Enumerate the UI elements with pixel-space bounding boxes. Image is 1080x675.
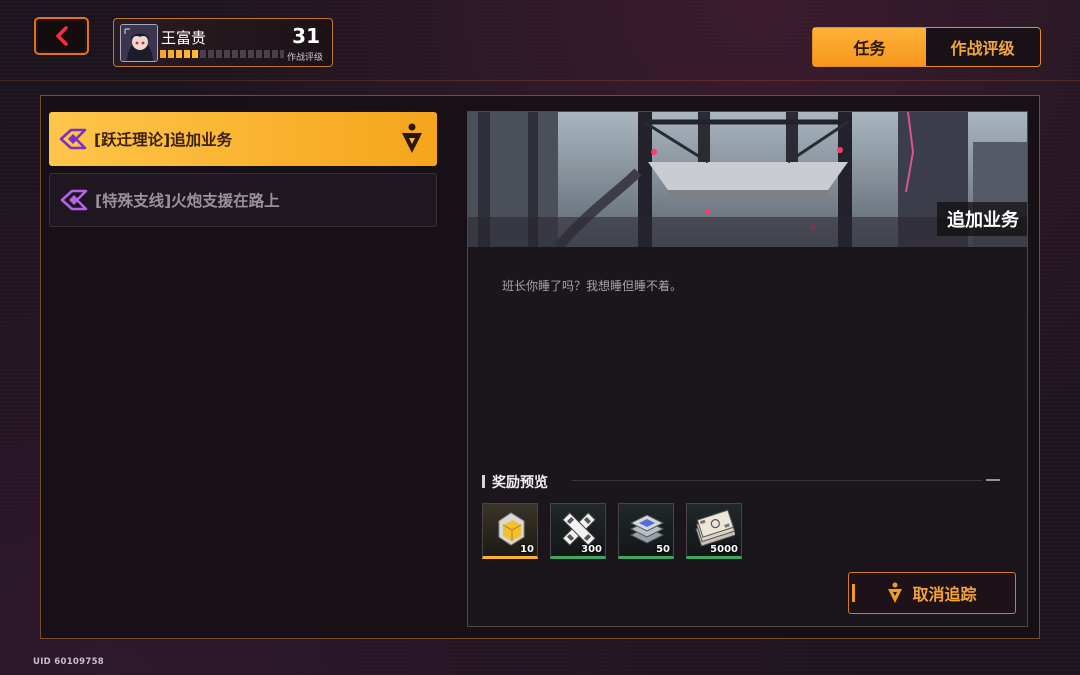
xp-progress-ticks: [160, 50, 284, 58]
quest-label: [跃迁理论]追加业务: [94, 131, 233, 149]
avatar[interactable]: [120, 24, 158, 62]
reward-quantity: 300: [581, 544, 602, 555]
divider: [572, 480, 982, 481]
divider-end: [986, 479, 1000, 481]
tab-combat-rating[interactable]: 作战评级: [926, 28, 1039, 66]
reward-item[interactable]: 300: [550, 503, 606, 559]
reward-item[interactable]: 10: [482, 503, 538, 559]
tab-missions[interactable]: 任务: [813, 28, 926, 66]
tracking-marker-icon: [888, 582, 903, 603]
button-accent: [852, 584, 855, 602]
cash-bundle-icon: [695, 509, 735, 547]
tab-bar: 任务 作战评级: [812, 27, 1041, 67]
player-profile-card[interactable]: 王富贵 31 作战评级: [113, 18, 333, 67]
player-level: 31: [292, 24, 320, 48]
back-button[interactable]: [34, 17, 89, 55]
quest-banner-title: 追加业务: [937, 202, 1027, 236]
quest-emblem-icon: [60, 189, 88, 211]
header-divider: [0, 80, 1080, 81]
gold-cube-icon: [498, 512, 525, 546]
quest-item-selected[interactable]: [跃迁理论]追加业务: [49, 112, 437, 166]
section-marker: [482, 475, 485, 488]
reward-preview-title: 奖励预览: [492, 475, 548, 491]
reward-quantity: 10: [520, 544, 534, 555]
untrack-button[interactable]: 取消追踪: [848, 572, 1016, 614]
reward-quantity: 5000: [710, 544, 738, 555]
player-level-label: 作战评级: [286, 53, 323, 63]
reward-item[interactable]: 50: [618, 503, 674, 559]
quest-description: 班长你睡了吗？我想睡但睡不着。: [502, 279, 683, 293]
player-name: 王富贵: [161, 29, 207, 47]
quest-label: [特殊支线]火炮支援在路上: [95, 192, 280, 210]
quest-emblem-icon: [59, 128, 87, 150]
crossed-bandage-icon: [562, 512, 596, 546]
quest-detail-panel: 追加业务 班长你睡了吗？我想睡但睡不着。 奖励预览 10 300 50 5000…: [467, 111, 1028, 627]
reward-preview-header: 奖励预览: [482, 472, 1002, 491]
uid-label: UID 60109758: [33, 657, 104, 667]
chevron-left-icon: [55, 26, 68, 46]
tracking-marker-icon: [402, 123, 422, 153]
untrack-label: 取消追踪: [912, 585, 977, 604]
reward-item[interactable]: 5000: [686, 503, 742, 559]
quest-item[interactable]: [特殊支线]火炮支援在路上: [49, 173, 437, 227]
xp-progress-bar: [160, 50, 284, 58]
reward-quantity: 50: [656, 544, 670, 555]
chip-stack-icon: [629, 514, 665, 544]
